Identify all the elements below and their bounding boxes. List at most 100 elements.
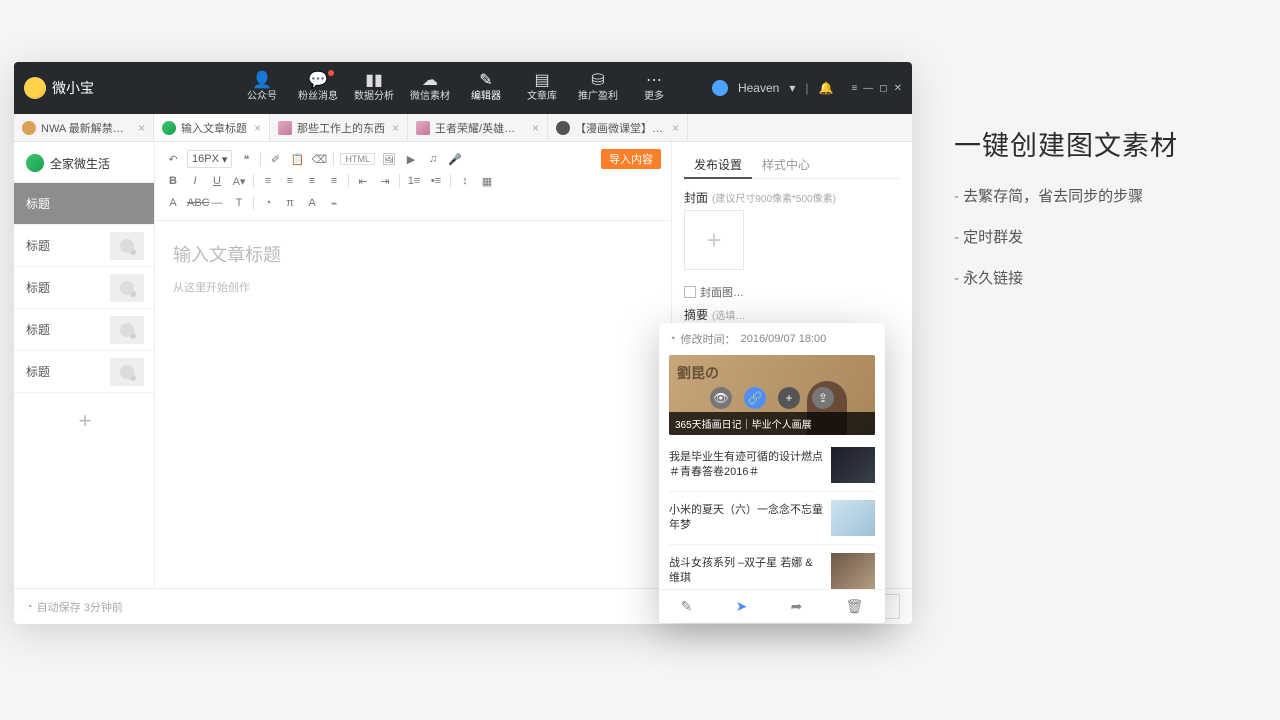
list-ordered-icon[interactable]: 1≡ <box>406 175 422 187</box>
mic-icon[interactable]: 🎤 <box>447 153 463 166</box>
bold-icon[interactable]: B <box>165 175 181 187</box>
share-icon[interactable]: ➦ <box>791 598 803 615</box>
sigma-icon[interactable]: A <box>304 197 320 209</box>
trash-icon[interactable]: 🗑 <box>846 598 864 615</box>
undo-icon[interactable]: ↶ <box>165 153 181 166</box>
article-card-2[interactable]: 标题 <box>14 266 154 308</box>
thumb-icon <box>110 232 144 260</box>
tab-publish-settings[interactable]: 发布设置 <box>684 152 752 179</box>
nav-materials[interactable]: ☁微信素材 <box>402 72 458 104</box>
user-avatar[interactable] <box>712 80 728 96</box>
nav-editor[interactable]: ✎编辑器 <box>458 72 514 104</box>
underline-icon[interactable]: U <box>209 175 225 187</box>
preview-item[interactable]: 我是毕业生有迹可循的设计燃点＃青春答卷2016＃ <box>669 439 875 491</box>
close-icon[interactable]: × <box>392 121 399 135</box>
table-icon[interactable]: ▦ <box>479 175 495 188</box>
cover-show-checkbox[interactable]: 封面图… <box>684 284 900 300</box>
chat-icon: 💬 <box>290 72 346 90</box>
align-right-icon[interactable]: ≡ <box>304 175 320 187</box>
lineheight-icon[interactable]: ↕ <box>457 175 473 187</box>
align-justify-icon[interactable]: ≡ <box>326 175 342 187</box>
import-button[interactable]: 导入内容 <box>601 149 661 169</box>
indent-icon[interactable]: ⇤ <box>355 175 371 188</box>
chevron-down-icon[interactable]: ▾ <box>789 81 795 95</box>
article-card-4[interactable]: 标题 <box>14 350 154 392</box>
bell-icon[interactable]: 🔔 <box>819 81 834 95</box>
textcolor-icon[interactable]: A▾ <box>231 175 247 188</box>
tab-style-center[interactable]: 样式中心 <box>752 152 820 178</box>
tab-favicon-icon <box>22 121 36 135</box>
preview-item[interactable]: 小米的夏天（六）一念念不忘童年梦 <box>669 491 875 544</box>
thumb-icon <box>831 553 875 589</box>
edit-icon[interactable]: ✎ <box>681 598 693 615</box>
hero-preview[interactable]: 劉昆の 👁 🔗 + ⇪ 365天插画日记｜毕业个人画展 <box>669 355 875 435</box>
app-logo: 微小宝 <box>24 77 94 99</box>
tab-3[interactable]: 王者荣耀/英雄美术字× <box>408 114 548 141</box>
article-card-0[interactable]: 标题 <box>14 182 154 224</box>
marketing-bullet: 永久链接 <box>954 267 1274 288</box>
align-left-icon[interactable]: ≡ <box>260 175 276 187</box>
audio-icon[interactable]: ♫ <box>425 153 441 165</box>
divider-icon[interactable]: — <box>209 197 225 209</box>
brush-icon[interactable]: ✐ <box>267 153 283 166</box>
export-icon[interactable]: ⇪ <box>812 387 834 409</box>
nav-more[interactable]: ⋯更多 <box>626 72 682 104</box>
text-icon[interactable]: T <box>231 197 247 209</box>
font-icon[interactable]: A <box>165 197 181 209</box>
send-icon[interactable]: ➤ <box>736 598 748 615</box>
pi-icon[interactable]: π <box>282 197 298 209</box>
eraser-icon[interactable]: ⌫ <box>311 153 327 166</box>
plus-icon: + <box>79 408 92 434</box>
logo-icon <box>24 77 46 99</box>
nav-promo[interactable]: ⛁推广盈利 <box>570 72 626 104</box>
nav-accounts[interactable]: 👤公众号 <box>234 72 290 104</box>
html-button[interactable]: HTML <box>340 153 375 165</box>
italic-icon[interactable]: I <box>187 175 203 187</box>
barchart-icon: ▮▮ <box>346 72 402 90</box>
close-icon[interactable]: × <box>532 121 539 135</box>
image-icon[interactable]: 🖼 <box>381 153 397 166</box>
top-nav: 👤公众号 💬粉丝消息 ▮▮数据分析 ☁微信素材 ✎编辑器 ▤文章库 ⛁推广盈利 … <box>234 72 682 104</box>
cover-upload[interactable]: + <box>684 210 744 270</box>
nav-analytics[interactable]: ▮▮数据分析 <box>346 72 402 104</box>
eye-icon[interactable]: 👁 <box>710 387 732 409</box>
list-bullet-icon[interactable]: •≡ <box>428 175 444 187</box>
minimize-icon[interactable]: — <box>863 83 873 94</box>
doc-icon: ▤ <box>514 72 570 90</box>
link-icon[interactable]: 🔗 <box>744 387 766 409</box>
maximize-icon[interactable]: ◻ <box>879 83 887 94</box>
quote-icon[interactable]: ❝ <box>238 153 254 166</box>
paste-icon[interactable]: 📋 <box>289 153 305 166</box>
tab-1[interactable]: 输入文章标题× <box>154 114 270 141</box>
outdent-icon[interactable]: ⇥ <box>377 175 393 188</box>
tab-4[interactable]: 【漫画微课堂】封面海...× <box>548 114 688 141</box>
article-card-1[interactable]: 标题 <box>14 224 154 266</box>
editor-body[interactable]: 输入文章标题 从这里开始创作 <box>155 221 671 624</box>
add-article-button[interactable]: + <box>14 392 154 448</box>
article-card-3[interactable]: 标题 <box>14 308 154 350</box>
clock-icon[interactable]: ◔ <box>260 197 276 209</box>
nav-messages[interactable]: 💬粉丝消息 <box>290 72 346 104</box>
title-input[interactable]: 输入文章标题 <box>173 241 653 267</box>
marketing-title: 一键创建图文素材 <box>954 124 1274 163</box>
strike-icon[interactable]: ABC <box>187 197 203 209</box>
align-center-icon[interactable]: ≡ <box>282 175 298 187</box>
tab-2[interactable]: 那些工作上的东西× <box>270 114 408 141</box>
menu-icon[interactable]: ≡ <box>851 83 857 94</box>
close-icon[interactable]: × <box>138 121 145 135</box>
editor-toolbar: ↶ 16PX▾ ❝ ✐ 📋 ⌫ HTML 🖼 ▶ ♫ 🎤 导入内容 B <box>155 142 671 221</box>
fontsize-select[interactable]: 16PX▾ <box>187 150 232 168</box>
close-window-icon[interactable]: ✕ <box>894 83 902 94</box>
tab-0[interactable]: NWA 最新解禁作品× <box>14 114 154 141</box>
code-icon[interactable]: ⌁ <box>326 197 342 210</box>
user-name[interactable]: Heaven <box>738 81 779 95</box>
close-icon[interactable]: × <box>672 121 679 135</box>
video-icon[interactable]: ▶ <box>403 153 419 166</box>
editor: ↶ 16PX▾ ❝ ✐ 📋 ⌫ HTML 🖼 ▶ ♫ 🎤 导入内容 B <box>154 142 672 624</box>
account-selector[interactable]: 全家微生活 <box>14 154 154 182</box>
preview-item[interactable]: 战斗女孩系列 –双子星 若娜 & 维琪 <box>669 544 875 589</box>
nav-library[interactable]: ▤文章库 <box>514 72 570 104</box>
close-icon[interactable]: × <box>254 121 261 135</box>
plus-icon[interactable]: + <box>778 387 800 409</box>
preview-list: 我是毕业生有迹可循的设计燃点＃青春答卷2016＃ 小米的夏天（六）一念念不忘童年… <box>659 435 885 589</box>
